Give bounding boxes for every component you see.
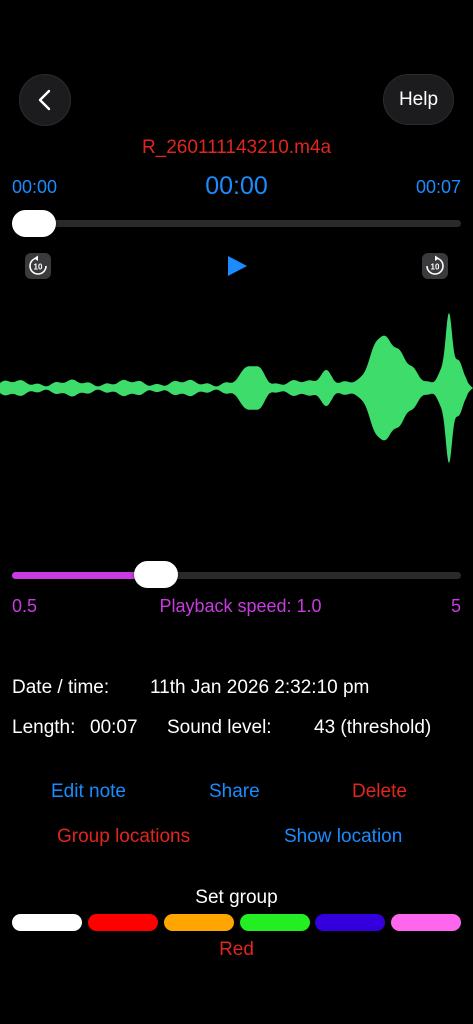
speed-thumb[interactable] (133, 561, 178, 588)
chevron-left-icon (38, 89, 51, 111)
group-color-white[interactable] (12, 914, 82, 931)
sound-level-label: Sound level: (167, 717, 272, 738)
date-time-label: Date / time: (12, 677, 110, 698)
back-button[interactable] (19, 74, 71, 126)
forward-10-icon[interactable]: 10 (422, 253, 448, 279)
time-end: 00:07 (415, 177, 461, 197)
group-color-red[interactable] (88, 914, 158, 931)
length-value: 00:07 (90, 717, 138, 738)
playback-thumb[interactable] (12, 210, 56, 237)
waveform-shape (0, 312, 473, 464)
speed-track-fill (12, 572, 144, 579)
date-time-value: 11th Jan 2026 2:32:10 pm (150, 677, 370, 698)
selected-group-label: Red (219, 939, 254, 960)
time-current: 00:00 (205, 172, 268, 200)
group-color-blue[interactable] (315, 914, 385, 931)
rewind-10-icon[interactable]: 10 (25, 253, 51, 279)
help-button[interactable]: Help (383, 74, 454, 125)
sound-level-value: 43 (threshold) (314, 717, 432, 738)
svg-text:10: 10 (34, 263, 43, 272)
delete-button[interactable]: Delete (352, 781, 407, 803)
group-locations-button[interactable]: Group locations (57, 826, 190, 848)
group-color-green[interactable] (240, 914, 310, 931)
play-icon[interactable] (228, 256, 247, 276)
length-label: Length: (12, 717, 76, 738)
waveform (0, 312, 473, 464)
edit-note-button[interactable]: Edit note (51, 781, 126, 803)
group-color-pink[interactable] (391, 914, 461, 931)
share-button[interactable]: Share (209, 781, 260, 803)
playback-track (12, 220, 461, 227)
show-location-button[interactable]: Show location (284, 826, 402, 848)
svg-text:10: 10 (431, 263, 440, 272)
speed-max-label: 5 (450, 596, 461, 616)
set-group-title: Set group (195, 887, 278, 908)
group-color-orange[interactable] (164, 914, 234, 931)
recording-filename: R_260111143210.m4a (141, 137, 332, 158)
speed-value-label: Playback speed: 1.0 (159, 596, 322, 616)
